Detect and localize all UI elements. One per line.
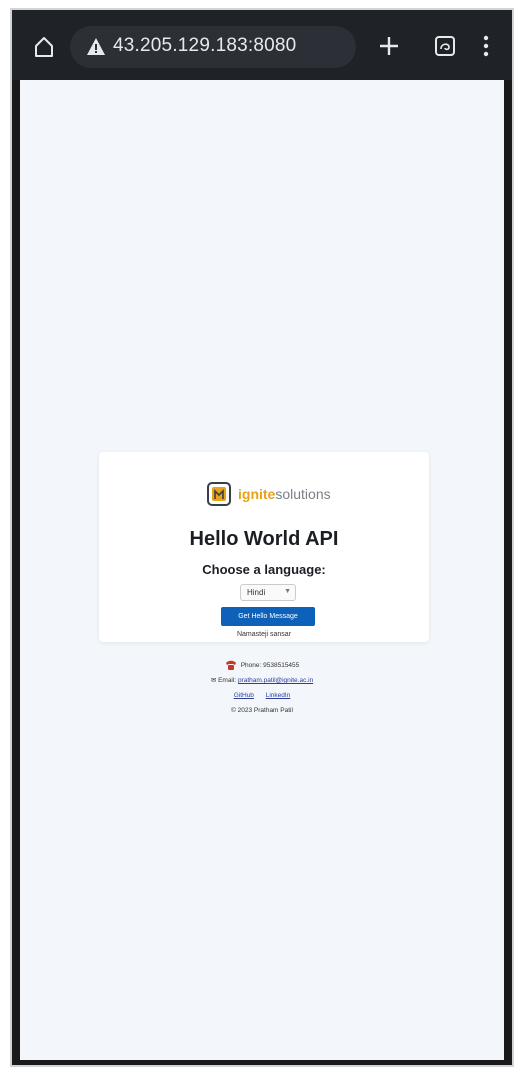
phone-text: Phone: 9538515455 (240, 662, 300, 669)
phone-frame: 43.205.129.183:8080 ignitesolutions Hell… (12, 10, 512, 1065)
warning-icon[interactable] (86, 37, 106, 57)
choose-language-label: Choose a language: (202, 562, 326, 577)
plus-icon[interactable] (377, 34, 401, 58)
hello-card: ignitesolutions Hello World API Choose a… (99, 452, 429, 642)
menu-icon[interactable] (482, 34, 490, 58)
logo-icon (207, 482, 231, 506)
browser-toolbar: 43.205.129.183:8080 (12, 10, 512, 80)
logo-text: ignitesolutions (238, 486, 331, 502)
selected-language: Hindi (247, 588, 266, 597)
linkedin-link[interactable]: LinkedIn (266, 692, 291, 699)
chevron-down-icon: ▼ (284, 588, 291, 595)
address-bar[interactable]: 43.205.129.183:8080 (70, 26, 356, 68)
page-title: Hello World API (189, 528, 339, 550)
email-label: ✉ Email: (210, 677, 237, 684)
phone-icon (225, 661, 236, 671)
ignite-logo: ignitesolutions (206, 480, 341, 510)
github-link[interactable]: GitHub (234, 692, 254, 699)
home-icon[interactable] (32, 35, 56, 59)
email-line: ✉ Email: pratham.patil@ignite.ac.in (20, 673, 504, 688)
email-link[interactable]: pratham.patil@ignite.ac.in (238, 677, 313, 684)
get-hello-button[interactable]: Get Hello Message (221, 607, 315, 626)
phone-line: Phone: 9538515455 (20, 658, 504, 673)
copyright: © 2023 Pratham Patil (231, 707, 293, 714)
social-links: GitHub LinkedIn (20, 688, 504, 703)
hello-message: Namasteji sansar (236, 631, 292, 638)
url-text[interactable]: 43.205.129.183:8080 (113, 35, 296, 57)
page-viewport: ignitesolutions Hello World API Choose a… (20, 80, 504, 1060)
language-select[interactable]: Hindi ▼ (240, 584, 296, 601)
footer: Phone: 9538515455 ✉ Email: pratham.patil… (20, 658, 504, 718)
tabs-icon[interactable] (433, 34, 457, 58)
